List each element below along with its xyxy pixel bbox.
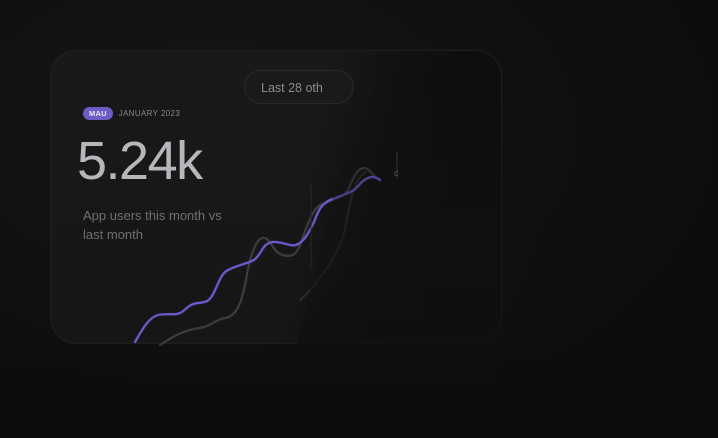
bottom-shadow xyxy=(0,340,718,438)
stage: Last 28 oth MAU JANUARY 2023 5.24k App u… xyxy=(0,0,718,438)
